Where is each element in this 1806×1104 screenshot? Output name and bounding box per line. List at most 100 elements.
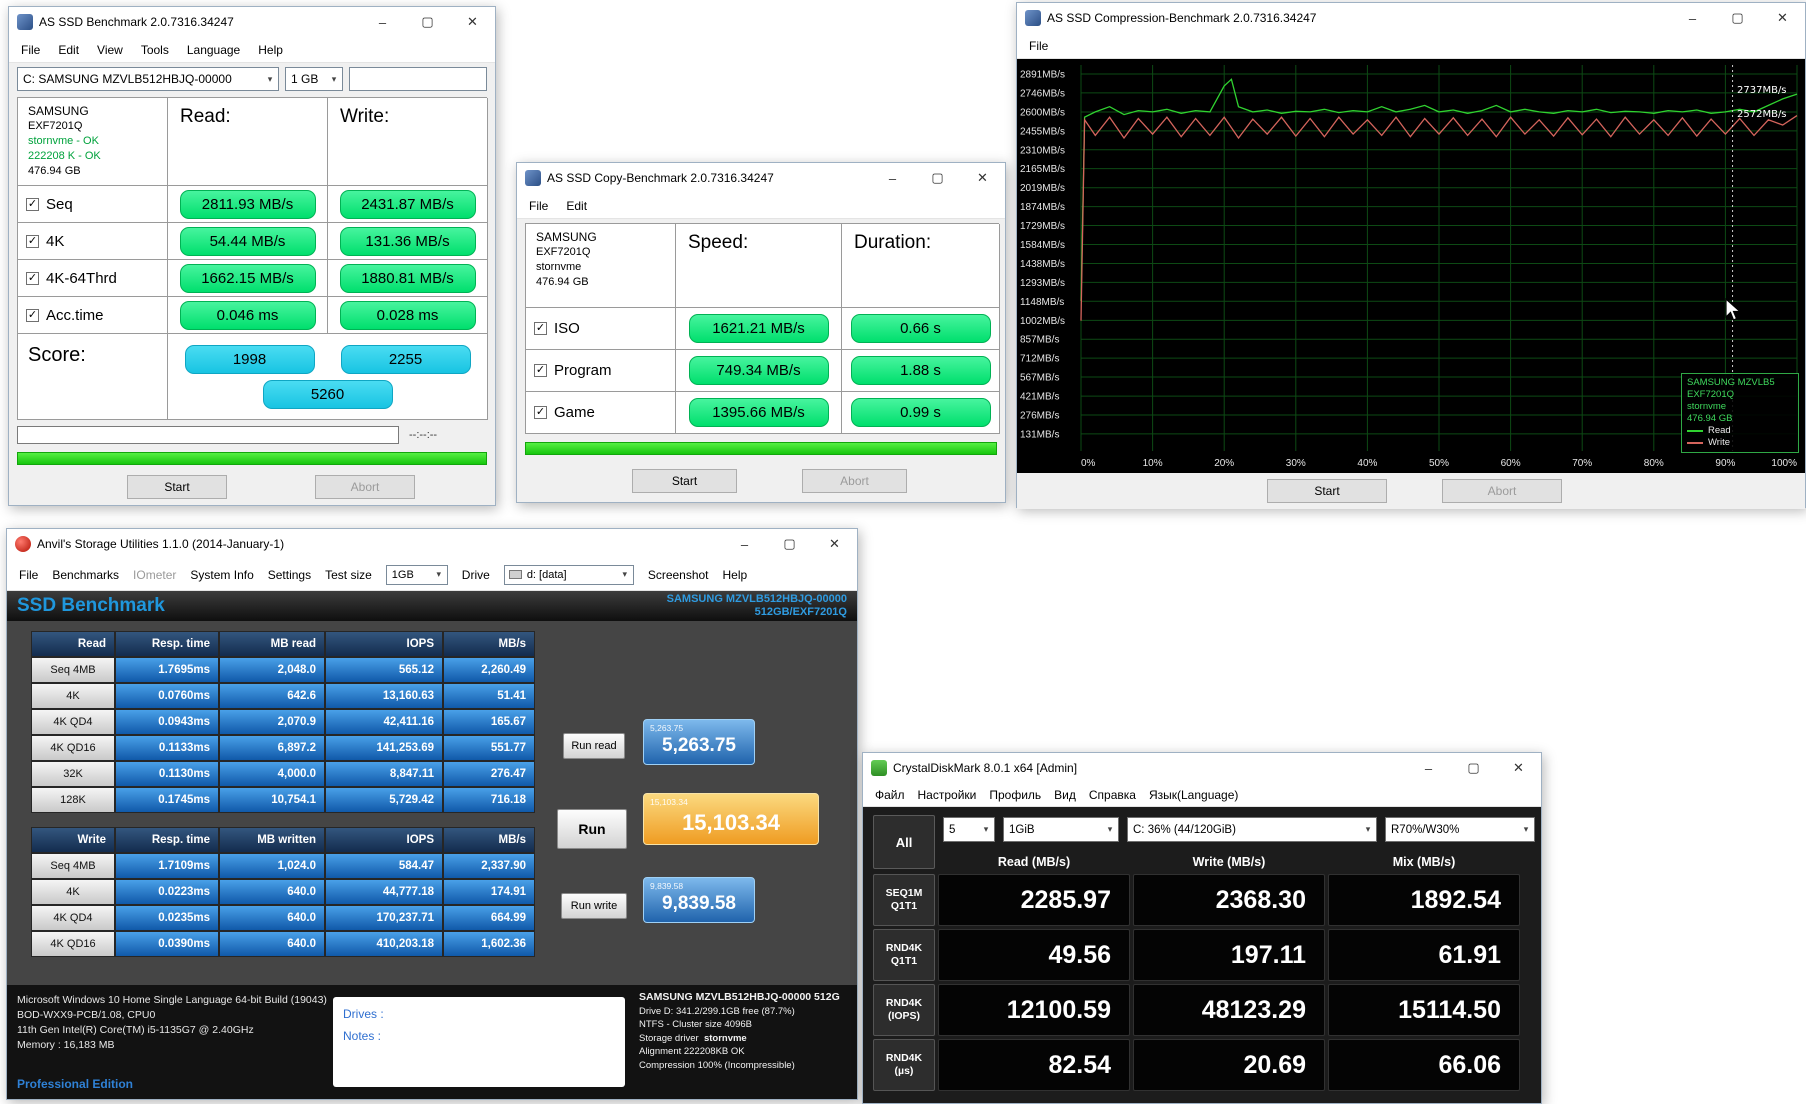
storage-driver-label: Storage driver xyxy=(639,1033,699,1044)
abort-button[interactable]: Abort xyxy=(315,475,415,499)
seq-read-cell: 2811.93 MB/s xyxy=(168,186,328,223)
score-label: Score: xyxy=(18,334,168,420)
game-duration-cell: 0.99 s xyxy=(842,392,1000,434)
cell-value: 1.7695ms xyxy=(115,657,219,683)
4k-read-cell: 54.44 MB/s xyxy=(168,223,328,260)
legend-write: Write xyxy=(1708,437,1730,449)
cell-value: 1,024.0 xyxy=(219,853,325,879)
close-icon[interactable]: ✕ xyxy=(1760,3,1805,33)
row-label: 4K QD4 xyxy=(31,905,115,931)
score-cell: 1998 2255 5260 xyxy=(168,334,488,420)
test-size-value: 1 GB xyxy=(286,72,326,86)
svg-text:100%: 100% xyxy=(1771,458,1797,469)
menu-help[interactable]: Help xyxy=(723,568,748,582)
svg-text:80%: 80% xyxy=(1644,458,1664,469)
acctime-checkbox[interactable]: ✓ xyxy=(26,309,39,322)
cell-value: 584.47 xyxy=(325,853,443,879)
test-size-select[interactable]: 1GB ▾ xyxy=(386,565,448,585)
maximize-icon[interactable]: ▢ xyxy=(915,163,960,193)
rnd4k-latency-button[interactable]: RND4K(µs) xyxy=(873,1039,935,1091)
anvil-window: Anvil's Storage Utilities 1.1.0 (2014-Ja… xyxy=(6,528,858,1100)
mix-ratio-select[interactable]: R70%/W30% ▾ xyxy=(1385,817,1535,842)
chevron-down-icon: ▾ xyxy=(617,569,633,580)
test-count-select[interactable]: 5 ▾ xyxy=(943,817,995,842)
program-checkbox[interactable]: ✓ xyxy=(534,364,547,377)
menu-screenshot[interactable]: Screenshot xyxy=(648,568,709,582)
crystaldiskmark-window: CrystalDiskMark 8.0.1 x64 [Admin] – ▢ ✕ … xyxy=(862,752,1542,1104)
menu-view[interactable]: Вид xyxy=(1054,788,1076,802)
menu-system-info[interactable]: System Info xyxy=(190,568,253,582)
row-game: ✓Game xyxy=(526,392,676,434)
compression-chart: 2891MB/s2746MB/s2600MB/s2455MB/s2310MB/s… xyxy=(1017,59,1805,473)
chevron-down-icon: ▾ xyxy=(1102,824,1118,835)
benchmark-result-grid: SAMSUNG EXF7201Q stornvme - OK 222208 K … xyxy=(17,97,487,420)
menu-language[interactable]: Язык(Language) xyxy=(1149,788,1238,802)
rnd4k-q1t1-button[interactable]: RND4KQ1T1 xyxy=(873,929,935,981)
close-icon[interactable]: ✕ xyxy=(1496,753,1541,783)
maximize-icon[interactable]: ▢ xyxy=(405,7,450,37)
abort-button[interactable]: Abort xyxy=(802,469,907,493)
target-drive-select[interactable]: C: 36% (44/120GiB) ▾ xyxy=(1127,817,1377,842)
test-count-value: 5 xyxy=(944,824,978,836)
edition-label: Professional Edition xyxy=(17,1077,133,1091)
menu-language[interactable]: Language xyxy=(187,43,240,57)
run-write-button[interactable]: Run write xyxy=(561,893,627,919)
run-button[interactable]: Run xyxy=(557,809,627,849)
minimize-icon[interactable]: – xyxy=(1670,3,1715,33)
seq1m-q1t1-button[interactable]: SEQ1MQ1T1 xyxy=(873,874,935,926)
menu-file[interactable]: File xyxy=(529,199,548,213)
menu-edit[interactable]: Edit xyxy=(566,199,587,213)
menu-file[interactable]: File xyxy=(21,43,40,57)
rnd4k-iops-button[interactable]: RND4K(IOPS) xyxy=(873,984,935,1036)
minimize-icon[interactable]: – xyxy=(722,529,767,559)
minimize-icon[interactable]: – xyxy=(870,163,915,193)
menu-help[interactable]: Help xyxy=(258,43,283,57)
svg-text:1584MB/s: 1584MB/s xyxy=(1020,240,1065,251)
abort-button[interactable]: Abort xyxy=(1442,479,1562,503)
cell-value: 640.0 xyxy=(219,905,325,931)
seq-checkbox[interactable]: ✓ xyxy=(26,198,39,211)
4k-checkbox[interactable]: ✓ xyxy=(26,235,39,248)
menu-benchmarks[interactable]: Benchmarks xyxy=(52,568,119,582)
menu-iometer[interactable]: IOmeter xyxy=(133,568,176,582)
menu-edit[interactable]: Edit xyxy=(58,43,79,57)
titlebar: Anvil's Storage Utilities 1.1.0 (2014-Ja… xyxy=(7,529,857,559)
svg-text:40%: 40% xyxy=(1357,458,1377,469)
test-size-select[interactable]: 1 GB ▾ xyxy=(285,67,343,91)
menu-file[interactable]: Файл xyxy=(875,788,905,802)
menu-settings[interactable]: Настройки xyxy=(918,788,977,802)
test-size-select[interactable]: 1GiB ▾ xyxy=(1003,817,1119,842)
read-column-header: Read: xyxy=(168,98,328,186)
run-read-button[interactable]: Run read xyxy=(563,733,625,759)
drive-select[interactable]: C: SAMSUNG MZVLB512HBJQ-00000 ▾ xyxy=(17,67,279,91)
menu-tools[interactable]: Tools xyxy=(141,43,169,57)
start-button[interactable]: Start xyxy=(1267,479,1387,503)
minimize-icon[interactable]: – xyxy=(1406,753,1451,783)
minimize-icon[interactable]: – xyxy=(360,7,405,37)
maximize-icon[interactable]: ▢ xyxy=(767,529,812,559)
cell-value: 4,000.0 xyxy=(219,761,325,787)
progress-row: --:--:-- xyxy=(9,420,495,444)
start-button[interactable]: Start xyxy=(632,469,737,493)
cell-value: 664.99 xyxy=(443,905,535,931)
copy-result-grid: SAMSUNG EXF7201Q stornvme 476.94 GB Spee… xyxy=(525,223,999,434)
menu-file[interactable]: File xyxy=(19,568,38,582)
maximize-icon[interactable]: ▢ xyxy=(1715,3,1760,33)
close-icon[interactable]: ✕ xyxy=(450,7,495,37)
comment-input[interactable] xyxy=(349,67,487,91)
close-icon[interactable]: ✕ xyxy=(812,529,857,559)
game-checkbox[interactable]: ✓ xyxy=(534,406,547,419)
iso-checkbox[interactable]: ✓ xyxy=(534,322,547,335)
drive-value: d: [data] xyxy=(522,569,617,581)
menu-settings[interactable]: Settings xyxy=(268,568,311,582)
4k64-checkbox[interactable]: ✓ xyxy=(26,272,39,285)
close-icon[interactable]: ✕ xyxy=(960,163,1005,193)
notes-box[interactable]: Drives : Notes : xyxy=(333,997,625,1087)
maximize-icon[interactable]: ▢ xyxy=(1451,753,1496,783)
menu-view[interactable]: View xyxy=(97,43,123,57)
menu-profile[interactable]: Профиль xyxy=(989,788,1041,802)
start-button[interactable]: Start xyxy=(127,475,227,499)
menu-file[interactable]: File xyxy=(1029,39,1048,53)
menu-help[interactable]: Справка xyxy=(1089,788,1136,802)
drive-select[interactable]: d: [data] ▾ xyxy=(504,565,634,585)
